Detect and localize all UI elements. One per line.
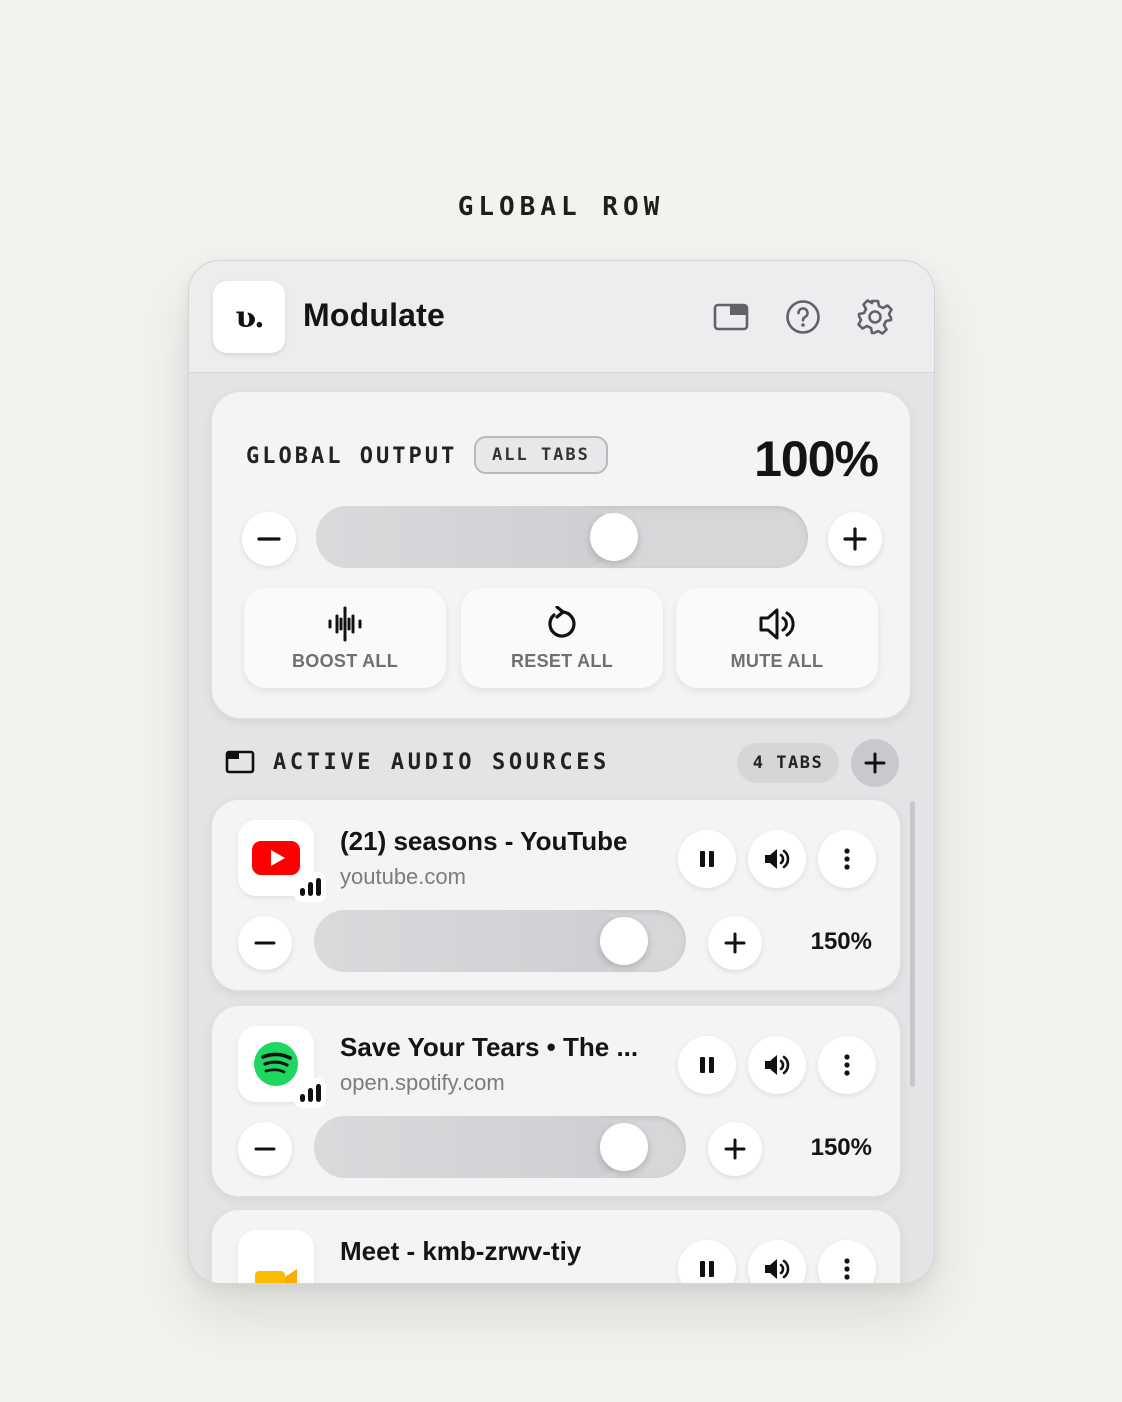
global-slider-fill — [316, 506, 614, 568]
pause-button[interactable] — [678, 830, 736, 888]
pause-button[interactable] — [678, 1036, 736, 1094]
app-title: Modulate — [303, 297, 446, 333]
waveform-icon — [327, 605, 363, 643]
mute-all-label: MUTE ALL — [730, 650, 824, 671]
app-logo: ʋ. — [213, 281, 285, 353]
header: ʋ. Modulate — [189, 261, 934, 373]
source-increase-button[interactable] — [708, 916, 762, 970]
speaker-icon — [765, 1055, 790, 1075]
more-options-button[interactable] — [818, 1036, 876, 1094]
pause-icon — [700, 1057, 714, 1073]
global-volume-value: 100% — [754, 431, 879, 487]
source-domain: youtube.com — [340, 864, 466, 889]
extension-panel: ʋ. Modulate GLOBAL OUTPUT ALL TABS 100% — [188, 260, 935, 1284]
pause-icon — [700, 1261, 714, 1277]
mute-all-button[interactable]: MUTE ALL — [676, 588, 878, 688]
playing-indicator-icon — [294, 1078, 326, 1108]
source-title: (21) seasons - YouTube — [340, 826, 628, 856]
more-options-button[interactable] — [818, 1240, 876, 1283]
mute-tab-button[interactable] — [748, 830, 806, 888]
global-volume-slider[interactable] — [316, 506, 808, 568]
add-source-button[interactable] — [851, 739, 899, 787]
global-increase-button[interactable] — [828, 512, 882, 566]
scrollbar[interactable] — [910, 801, 915, 1087]
google-meet-icon — [238, 1230, 314, 1283]
tabs-icon — [225, 750, 255, 779]
plus-icon — [724, 932, 746, 954]
source-decrease-button[interactable] — [238, 1122, 292, 1176]
source-slider-fill — [314, 1116, 624, 1178]
global-output-card: GLOBAL OUTPUT ALL TABS 100% BOOST ALL RE… — [211, 391, 911, 719]
source-title: Meet - kmb-zrwv-tiy — [340, 1236, 582, 1266]
source-card: (21) seasons - YouTube youtube.com 150% — [211, 799, 901, 991]
boost-all-label: BOOST ALL — [291, 650, 399, 671]
window-icon[interactable] — [711, 297, 751, 337]
source-volume-slider[interactable] — [314, 1116, 686, 1178]
mute-tab-button[interactable] — [748, 1240, 806, 1283]
tabs-count-badge: 4 TABS — [737, 743, 839, 783]
all-tabs-badge: ALL TABS — [474, 436, 608, 474]
mute-tab-button[interactable] — [748, 1036, 806, 1094]
speaker-icon — [765, 1259, 790, 1279]
source-volume-slider[interactable] — [314, 910, 686, 972]
global-output-label: GLOBAL OUTPUT — [246, 444, 458, 469]
help-circle-icon[interactable] — [783, 297, 823, 337]
global-decrease-button[interactable] — [242, 512, 296, 566]
source-slider-thumb[interactable] — [600, 917, 648, 965]
speaker-icon — [758, 605, 796, 643]
more-options-button[interactable] — [818, 830, 876, 888]
more-vertical-icon — [844, 1258, 850, 1280]
source-decrease-button[interactable] — [238, 916, 292, 970]
minus-icon — [254, 941, 276, 945]
source-slider-fill — [314, 910, 624, 972]
global-slider-thumb[interactable] — [589, 513, 638, 561]
pause-button[interactable] — [678, 1240, 736, 1283]
plus-icon — [724, 1138, 746, 1160]
boost-all-button[interactable]: BOOST ALL — [244, 588, 446, 688]
more-vertical-icon — [844, 848, 850, 870]
minus-icon — [257, 537, 281, 541]
plus-icon — [843, 527, 867, 551]
minus-icon — [254, 1147, 276, 1151]
source-increase-button[interactable] — [708, 1122, 762, 1176]
reset-icon — [545, 605, 579, 643]
source-card: Save Your Tears • The ... open.spotify.c… — [211, 1005, 901, 1197]
more-vertical-icon — [844, 1054, 850, 1076]
source-volume-value: 150% — [810, 1134, 872, 1161]
gear-icon[interactable] — [855, 297, 895, 337]
source-card: Meet - kmb-zrwv-tiy — [211, 1209, 901, 1283]
source-volume-value: 150% — [810, 928, 872, 955]
speaker-icon — [765, 849, 790, 869]
plus-icon — [864, 752, 886, 774]
reset-all-button[interactable]: RESET ALL — [461, 588, 663, 688]
pause-icon — [700, 851, 714, 867]
source-slider-thumb[interactable] — [600, 1123, 648, 1171]
active-sources-label: ACTIVE AUDIO SOURCES — [273, 750, 610, 775]
source-title: Save Your Tears • The ... — [340, 1032, 639, 1062]
reset-all-label: RESET ALL — [510, 650, 614, 671]
source-domain: open.spotify.com — [340, 1070, 505, 1095]
page-caption: GLOBAL ROW — [457, 192, 665, 222]
playing-indicator-icon — [294, 872, 326, 902]
